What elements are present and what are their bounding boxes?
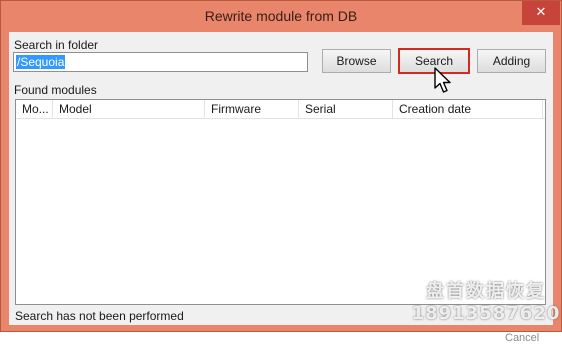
title-bar[interactable]: Rewrite module from DB ✕ (1, 1, 561, 31)
dialog-window: Rewrite module from DB ✕ Search in folde… (0, 0, 562, 344)
watermark-line-1: 盘首数据恢复 (426, 281, 546, 302)
adding-button[interactable]: Adding (477, 49, 546, 73)
folder-path-value: /Sequoia (16, 55, 66, 69)
column-header-model[interactable]: Model (53, 100, 205, 118)
cancel-button[interactable]: Cancel (505, 332, 539, 344)
close-button[interactable]: ✕ (522, 1, 560, 25)
column-header-firmware[interactable]: Firmware (205, 100, 299, 118)
column-header-serial[interactable]: Serial (299, 100, 393, 118)
close-icon: ✕ (535, 4, 547, 19)
mouse-pointer-icon (434, 67, 451, 93)
watermark-line-2: 18913587620 (411, 303, 561, 324)
found-modules-list[interactable]: Mo... Model Firmware Serial Creation dat… (15, 99, 546, 305)
browse-button[interactable]: Browse (322, 49, 391, 73)
status-text: Search has not been performed (15, 309, 184, 323)
window-title: Rewrite module from DB (204, 8, 358, 24)
watermark: 盘首数据恢复 18913587620 (411, 281, 561, 329)
search-folder-label: Search in folder (14, 38, 99, 52)
column-header-creation-date[interactable]: Creation date (393, 100, 543, 118)
found-modules-label: Found modules (14, 83, 97, 97)
column-header-module[interactable]: Mo... (16, 100, 53, 118)
list-header: Mo... Model Firmware Serial Creation dat… (16, 100, 545, 119)
folder-path-input[interactable]: /Sequoia (13, 52, 308, 72)
